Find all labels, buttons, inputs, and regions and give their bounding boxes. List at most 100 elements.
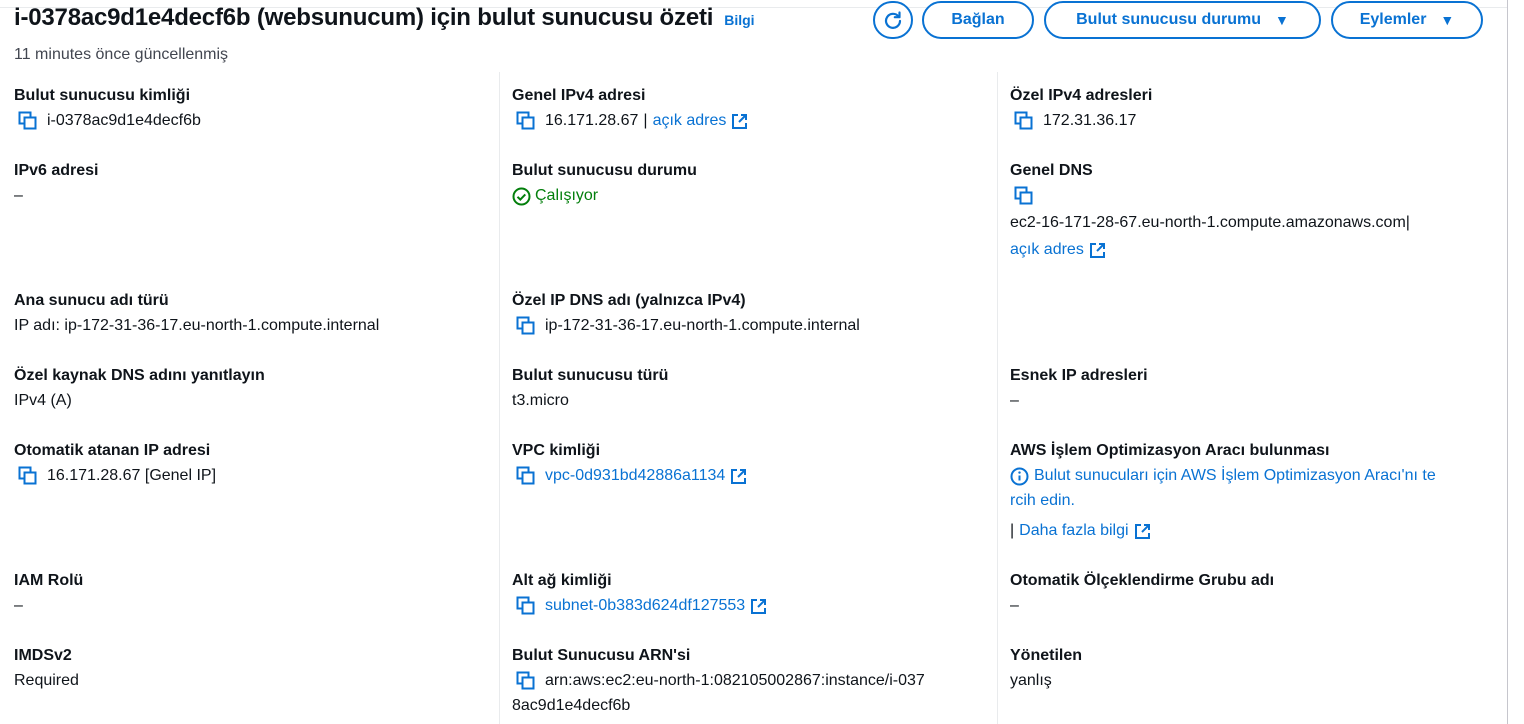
separator: | (1405, 214, 1410, 231)
arn-value-line2: 8ac9d1e4decf6b (512, 697, 631, 714)
asg-name-value: – (1010, 597, 1019, 614)
instance-id-value: i-0378ac9d1e4decf6b (47, 112, 201, 129)
copy-icon[interactable] (516, 316, 536, 336)
iam-role-value: – (14, 597, 23, 614)
copy-icon[interactable] (18, 111, 38, 131)
refresh-button[interactable] (873, 1, 913, 39)
caret-down-icon: ▼ (1440, 12, 1455, 28)
caret-down-icon: ▼ (1275, 12, 1289, 28)
managed-value: yanlış (1010, 672, 1052, 689)
imdsv2-value: Required (14, 672, 79, 689)
arn-value-line1: arn:aws:ec2:eu-north-1:082105002867:inst… (545, 672, 925, 689)
optimizer-message-line2[interactable]: rcih edin. (1010, 491, 1436, 511)
hostname-type-value: IP adı: ip-172-31-36-17.eu-north-1.compu… (14, 317, 380, 334)
private-dns-value: ip-172-31-36-17.eu-north-1.compute.inter… (545, 317, 860, 334)
copy-icon[interactable] (516, 596, 536, 616)
asg-name-field: Otomatik Ölçeklendirme Grubu adı – (1010, 571, 1274, 616)
field-label: Özel kaynak DNS adını yanıtlayın (14, 367, 265, 384)
external-link-icon (751, 598, 767, 614)
vpc-id-link[interactable]: vpc-0d931bd42886a1134 (545, 466, 725, 486)
connect-button[interactable]: Bağlan (922, 1, 1034, 39)
field-label: Bulut sunucusu durumu (512, 162, 697, 179)
field-label: Esnek IP adresleri (1010, 367, 1148, 384)
field-label: Bulut sunucusu kimliği (14, 87, 191, 104)
copy-icon[interactable] (516, 111, 536, 131)
instance-state-dropdown-label: Bulut sunucusu durumu (1076, 11, 1261, 28)
copy-icon[interactable] (516, 671, 536, 691)
copy-icon[interactable] (18, 466, 38, 486)
public-dns-value: ec2-16-171-28-67.eu-north-1.compute.amaz… (1010, 214, 1406, 231)
subnet-id-link[interactable]: subnet-0b383d624df127553 (545, 596, 745, 616)
field-label: Otomatik Ölçeklendirme Grubu adı (1010, 572, 1275, 589)
vpc-id-field: VPC kimliği vpc-0d931bd42886a1134 (512, 441, 747, 486)
field-label: IMDSv2 (14, 647, 72, 664)
managed-field: Yönetilen yanlış (1010, 646, 1082, 691)
instance-type-field: Bulut sunucusu türü t3.micro (512, 366, 668, 411)
external-link-icon (732, 113, 748, 129)
connect-button-label: Bağlan (951, 11, 1005, 28)
external-link-icon (1134, 523, 1150, 539)
field-label: Bulut Sunucusu ARN'si (512, 647, 691, 664)
field-label: Genel DNS (1010, 162, 1093, 179)
private-dns-field: Özel IP DNS adı (yalnızca IPv4) ip-172-3… (512, 291, 860, 336)
resource-dns-value: IPv4 (A) (14, 392, 72, 409)
separator: | (1010, 522, 1015, 539)
separator: | (643, 112, 648, 129)
ipv6-value: – (14, 187, 23, 204)
instance-id-field: Bulut sunucusu kimliği i-0378ac9d1e4decf… (14, 86, 201, 131)
field-label: VPC kimliği (512, 442, 601, 459)
copy-icon[interactable] (1014, 111, 1034, 131)
iam-role-field: IAM Rolü – (14, 571, 83, 616)
refresh-icon (884, 11, 902, 29)
instance-state-value: Çalışıyor (535, 187, 599, 204)
field-label: Ana sunucu adı türü (14, 292, 169, 309)
actions-dropdown-label: Eylemler (1359, 11, 1427, 28)
column-divider (499, 72, 500, 724)
field-label: Otomatik atanan IP adresi (14, 442, 211, 459)
instance-state-dropdown[interactable]: Bulut sunucusu durumu ▼ (1044, 1, 1321, 39)
field-label: AWS İşlem Optimizasyon Aracı bulunması (1010, 442, 1330, 459)
last-updated-text: 11 minutes önce güncellenmiş (14, 46, 229, 63)
resource-dns-field: Özel kaynak DNS adını yanıtlayın IPv4 (A… (14, 366, 265, 411)
subnet-id-field: Alt ağ kimliği subnet-0b383d624df127553 (512, 571, 767, 616)
imdsv2-field: IMDSv2 Required (14, 646, 79, 691)
copy-icon[interactable] (516, 466, 536, 486)
elastic-ip-value: – (1010, 392, 1019, 409)
external-link-icon (1089, 242, 1105, 258)
right-border (1507, 0, 1508, 724)
compute-optimizer-field: AWS İşlem Optimizasyon Aracı bulunması B… (1010, 441, 1436, 541)
hostname-type-field: Ana sunucu adı türü IP adı: ip-172-31-36… (14, 291, 379, 336)
field-label: Özel IPv4 adresleri (1010, 87, 1153, 104)
ipv6-field: IPv6 adresi – (14, 161, 99, 206)
learn-more-link[interactable]: Daha fazla bilgi (1019, 521, 1128, 541)
field-label: Genel IPv4 adresi (512, 87, 646, 104)
field-label: IPv6 adresi (14, 162, 99, 179)
page-title: i-0378ac9d1e4decf6b (websunucum) için bu… (14, 4, 714, 31)
open-address-link[interactable]: açık adres (653, 111, 727, 131)
public-ipv4-field: Genel IPv4 adresi 16.171.28.67 | açık ad… (512, 86, 748, 131)
arn-field: Bulut Sunucusu ARN'si arn:aws:ec2:eu-nor… (512, 646, 925, 716)
elastic-ip-field: Esnek IP adresleri – (1010, 366, 1148, 411)
external-link-icon (731, 468, 747, 484)
info-link[interactable]: Bilgi (724, 12, 754, 28)
actions-dropdown[interactable]: Eylemler ▼ (1331, 1, 1483, 39)
copy-icon[interactable] (1014, 186, 1034, 206)
field-label: Bulut sunucusu türü (512, 367, 669, 384)
private-ipv4-field: Özel IPv4 adresleri 172.31.36.17 (1010, 86, 1152, 131)
public-ipv4-value: 16.171.28.67 (545, 112, 639, 129)
info-icon (1010, 467, 1029, 485)
public-dns-field: Genel DNS ec2-16-171-28-67.eu-north-1.co… (1010, 161, 1410, 260)
instance-state-field: Bulut sunucusu durumu Çalışıyor (512, 161, 697, 206)
open-address-link[interactable]: açık adres (1010, 240, 1084, 260)
status-success-icon (512, 187, 531, 205)
auto-ip-field: Otomatik atanan IP adresi 16.171.28.67 [… (14, 441, 216, 486)
instance-type-value: t3.micro (512, 392, 569, 409)
optimizer-message-line1[interactable]: Bulut sunucuları için AWS İşlem Optimiza… (1034, 466, 1436, 486)
column-divider (997, 72, 998, 724)
field-label: Alt ağ kimliği (512, 572, 612, 589)
field-label: IAM Rolü (14, 572, 84, 589)
private-ipv4-value: 172.31.36.17 (1043, 112, 1137, 129)
page-header: i-0378ac9d1e4decf6b (websunucum) için bu… (14, 4, 755, 32)
field-label: Özel IP DNS adı (yalnızca IPv4) (512, 292, 746, 309)
field-label: Yönetilen (1010, 647, 1083, 664)
